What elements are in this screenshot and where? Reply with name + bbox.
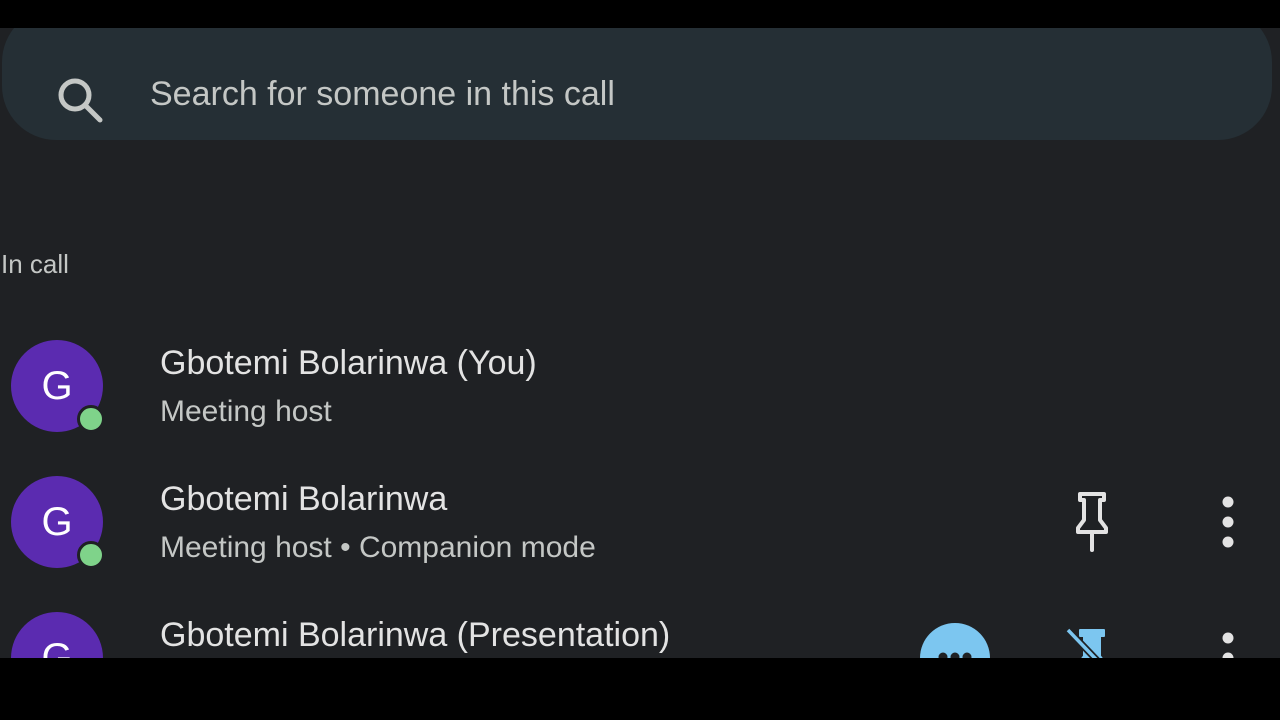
- participants-panel: In call G Gbotemi Bolarinwa (You) Meetin…: [0, 28, 1280, 658]
- search-input[interactable]: [150, 72, 1230, 116]
- pin-icon[interactable]: [1062, 490, 1122, 554]
- participant-row[interactable]: G Gbotemi Bolarinwa Meeting host • Compa…: [0, 454, 1280, 590]
- presenting-icon[interactable]: [920, 623, 990, 658]
- more-vert-icon[interactable]: [1208, 494, 1248, 550]
- avatar-initial: G: [41, 499, 73, 544]
- search-icon[interactable]: [54, 74, 106, 126]
- participant-name: Gbotemi Bolarinwa: [160, 480, 448, 518]
- participant-name: Gbotemi Bolarinwa (Presentation): [160, 616, 671, 654]
- online-status-dot: [77, 541, 105, 569]
- participant-name: Gbotemi Bolarinwa (You): [160, 344, 537, 382]
- participant-role: Meeting host: [160, 395, 332, 428]
- participant-row[interactable]: G Gbotemi Bolarinwa (You) Meeting host: [0, 318, 1280, 454]
- avatar-initial: G: [41, 635, 73, 659]
- more-vert-icon[interactable]: [1208, 630, 1248, 658]
- section-heading-in-call: In call: [1, 249, 69, 279]
- avatar-initial: G: [41, 363, 73, 408]
- search-bar[interactable]: [2, 28, 1272, 140]
- participant-row[interactable]: G Gbotemi Bolarinwa (Presentation): [0, 590, 1280, 658]
- participant-role: Meeting host • Companion mode: [160, 531, 596, 564]
- unpin-icon[interactable]: [1062, 626, 1122, 658]
- avatar: G: [11, 612, 103, 658]
- online-status-dot: [77, 405, 105, 433]
